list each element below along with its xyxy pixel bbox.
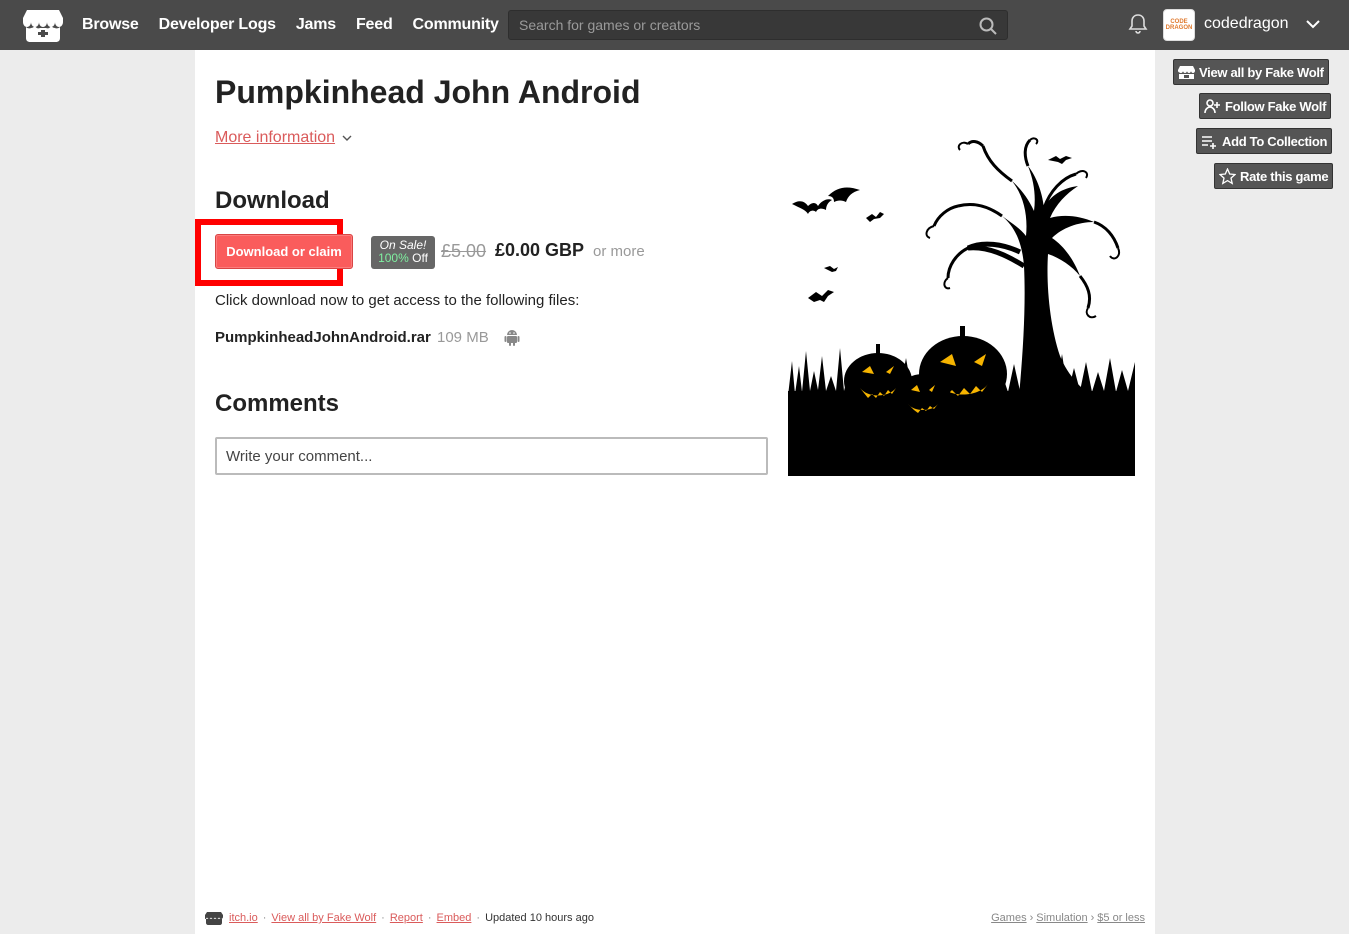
file-size: 109 MB: [437, 329, 489, 346]
username-label[interactable]: codedragon: [1204, 15, 1289, 33]
footer-embed-link[interactable]: Embed: [437, 912, 472, 924]
page-footer: itch.io · View all by Fake Wolf · Report…: [205, 908, 1145, 928]
or-more-label: or more: [593, 243, 645, 260]
footer-report-link[interactable]: Report: [390, 912, 423, 924]
breadcrumb-games[interactable]: Games: [991, 912, 1026, 924]
game-page: Pumpkinhead John Android More informatio…: [195, 50, 1155, 934]
android-icon: [504, 330, 520, 346]
nav-browse[interactable]: Browse: [82, 16, 139, 34]
more-information-label: More information: [215, 129, 336, 146]
notification-bell-icon[interactable]: [1128, 13, 1148, 35]
nav-community[interactable]: Community: [413, 16, 499, 34]
footer-itchio-link[interactable]: itch.io: [229, 912, 258, 924]
footer-separator: ·: [476, 912, 481, 924]
user-avatar[interactable]: CODE DRAGON: [1163, 9, 1195, 41]
top-header: Browse Developer Logs Jams Feed Communit…: [0, 0, 1349, 50]
comment-box: [215, 437, 768, 475]
files-note: Click download now to get access to the …: [215, 292, 580, 309]
add-user-icon: [1204, 98, 1220, 113]
footer-separator: ·: [262, 912, 267, 924]
sale-percent: 100%: [378, 251, 409, 265]
download-or-claim-button[interactable]: Download or claim: [215, 234, 353, 269]
comment-input[interactable]: [217, 439, 766, 473]
chevron-down-icon[interactable]: [1305, 16, 1321, 32]
footer-breadcrumb: Games › Simulation › $5 or less: [991, 908, 1145, 928]
view-all-label: View all by Fake Wolf: [1199, 64, 1324, 80]
itchio-small-icon: [205, 912, 223, 925]
search-input[interactable]: [509, 11, 1007, 39]
search-box: [508, 10, 1008, 40]
nav-feed[interactable]: Feed: [356, 16, 393, 34]
itchio-logo-icon[interactable]: [23, 8, 63, 44]
breadcrumb-separator: ›: [1029, 912, 1034, 924]
footer-separator: ·: [427, 912, 432, 924]
comments-heading: Comments: [215, 390, 340, 417]
store-icon: [1178, 65, 1195, 79]
current-price: £0.00 GBP: [495, 240, 585, 260]
breadcrumb-separator: ›: [1090, 912, 1095, 924]
footer-updated: Updated 10 hours ago: [485, 912, 594, 924]
more-information-link[interactable]: More information: [215, 129, 353, 147]
download-heading: Download: [215, 187, 330, 214]
search-icon[interactable]: [979, 17, 997, 35]
footer-separator: ·: [381, 912, 385, 924]
rate-label: Rate this game: [1240, 168, 1329, 184]
game-title: Pumpkinhead John Android: [215, 74, 641, 110]
add-to-collection-button[interactable]: Add To Collection: [1196, 128, 1333, 154]
add-collection-label: Add To Collection: [1222, 133, 1328, 149]
rate-game-button[interactable]: Rate this game: [1214, 163, 1334, 189]
nav-developer-logs[interactable]: Developer Logs: [159, 16, 276, 34]
breadcrumb-simulation[interactable]: Simulation: [1036, 912, 1087, 924]
main-nav: Browse Developer Logs Jams Feed Communit…: [82, 0, 519, 50]
file-name: PumpkinheadJohnAndroid.rar: [215, 329, 431, 346]
sale-badge: On Sale! 100% Off: [371, 236, 435, 269]
view-all-by-author-button[interactable]: View all by Fake Wolf: [1173, 59, 1329, 85]
chevron-down-icon: [342, 135, 352, 141]
footer-view-all-link[interactable]: View all by Fake Wolf: [271, 912, 376, 924]
avatar-text: CODE DRAGON: [1165, 19, 1193, 31]
follow-label: Follow Fake Wolf: [1225, 98, 1327, 114]
sale-off: Off: [412, 251, 428, 265]
follow-author-button[interactable]: Follow Fake Wolf: [1199, 93, 1332, 119]
original-price: £5.00: [441, 241, 487, 261]
add-list-icon: [1202, 135, 1216, 149]
breadcrumb-price[interactable]: $5 or less: [1097, 912, 1145, 924]
nav-jams[interactable]: Jams: [296, 16, 336, 34]
game-cover-image: [788, 136, 1135, 476]
star-icon: [1219, 167, 1236, 185]
